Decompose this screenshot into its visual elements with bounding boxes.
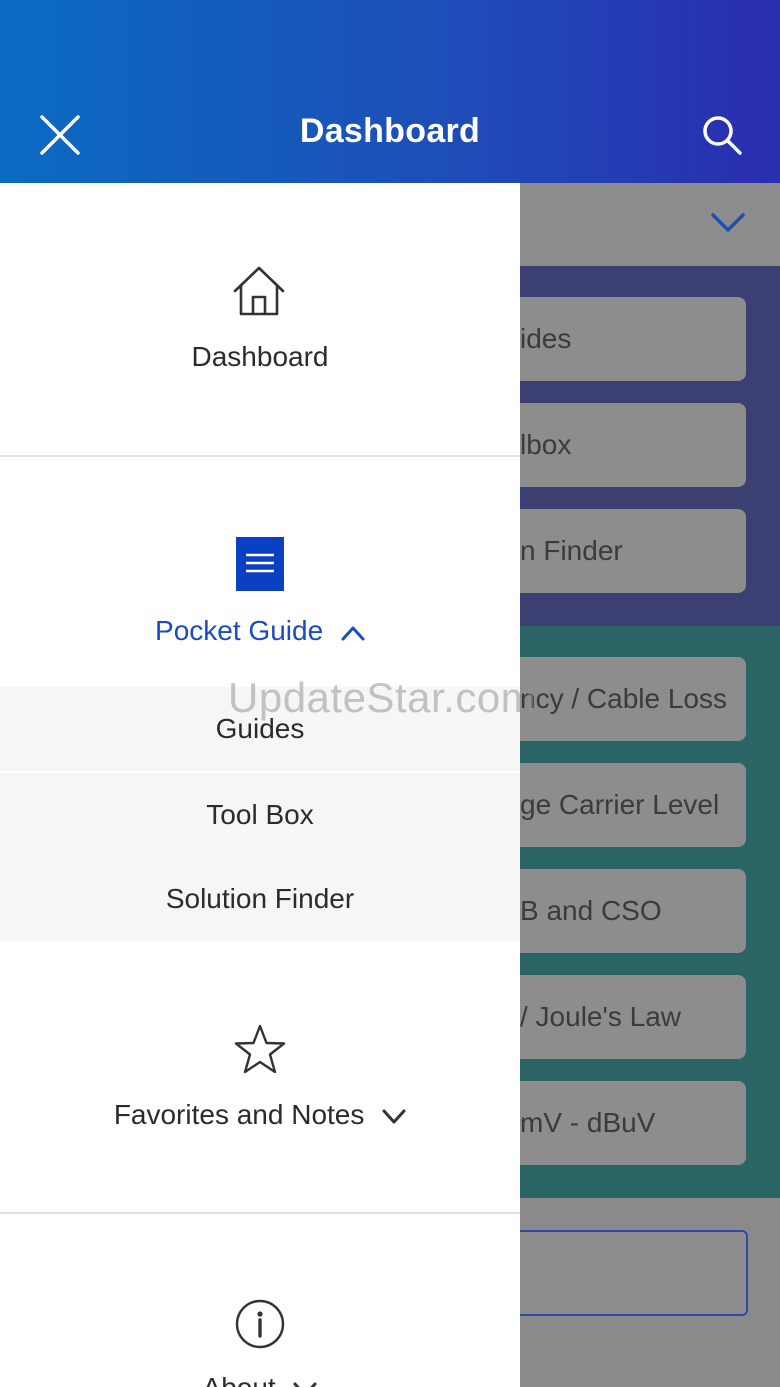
chevron-down-icon[interactable] [710, 211, 746, 235]
card-solution-finder[interactable]: n Finder [520, 509, 746, 593]
submenu-item-tool-box[interactable]: Tool Box [0, 773, 520, 857]
outline-button[interactable] [520, 1230, 748, 1316]
submenu-item-solution-finder[interactable]: Solution Finder [0, 857, 520, 941]
card-cso[interactable]: B and CSO [520, 869, 746, 953]
chevron-down-icon [293, 1382, 317, 1387]
dropdown-bar[interactable] [520, 183, 780, 266]
watermark-text: UpdateStar.com [228, 674, 537, 721]
home-icon [233, 266, 285, 316]
drawer-item-favorites[interactable]: Favorites and Notes [0, 941, 520, 1211]
drawer-label-favorites: Favorites and Notes [0, 1099, 520, 1131]
chevron-down-icon [382, 1109, 406, 1124]
menu-list-icon [236, 537, 284, 591]
page-title: Dashboard [299, 112, 481, 150]
card-toolbox[interactable]: lbox [520, 403, 746, 487]
dimmed-dashboard-content: ides lbox n Finder ncy / Cable Loss ge C… [520, 183, 780, 1387]
pocket-guide-section: ides lbox n Finder [520, 266, 780, 626]
chevron-up-icon [341, 626, 365, 641]
app-header: Dashboard [0, 0, 780, 183]
drawer-label-pocket-guide: Pocket Guide [0, 615, 520, 647]
card-dbmv-dbuv[interactable]: mV - dBuV [520, 1081, 746, 1165]
card-joules-law[interactable]: / Joule's Law [520, 975, 746, 1059]
star-icon [234, 1024, 286, 1074]
drawer-item-dashboard[interactable]: Dashboard [0, 183, 520, 455]
toolbox-section: ncy / Cable Loss ge Carrier Level B and … [520, 626, 780, 1198]
card-cable-loss[interactable]: ncy / Cable Loss [520, 657, 746, 741]
drawer-item-about[interactable]: About [0, 1214, 520, 1387]
search-icon[interactable] [701, 114, 743, 156]
drawer-label-about: About [0, 1372, 520, 1387]
drawer-item-pocket-guide[interactable]: Pocket Guide [0, 457, 520, 687]
card-carrier-level[interactable]: ge Carrier Level [520, 763, 746, 847]
drawer-label-dashboard: Dashboard [191, 341, 329, 372]
card-guides[interactable]: ides [520, 297, 746, 381]
navigation-drawer: Dashboard Pocket Guide Guides Tool Box S… [0, 183, 520, 1387]
info-icon [235, 1299, 285, 1349]
